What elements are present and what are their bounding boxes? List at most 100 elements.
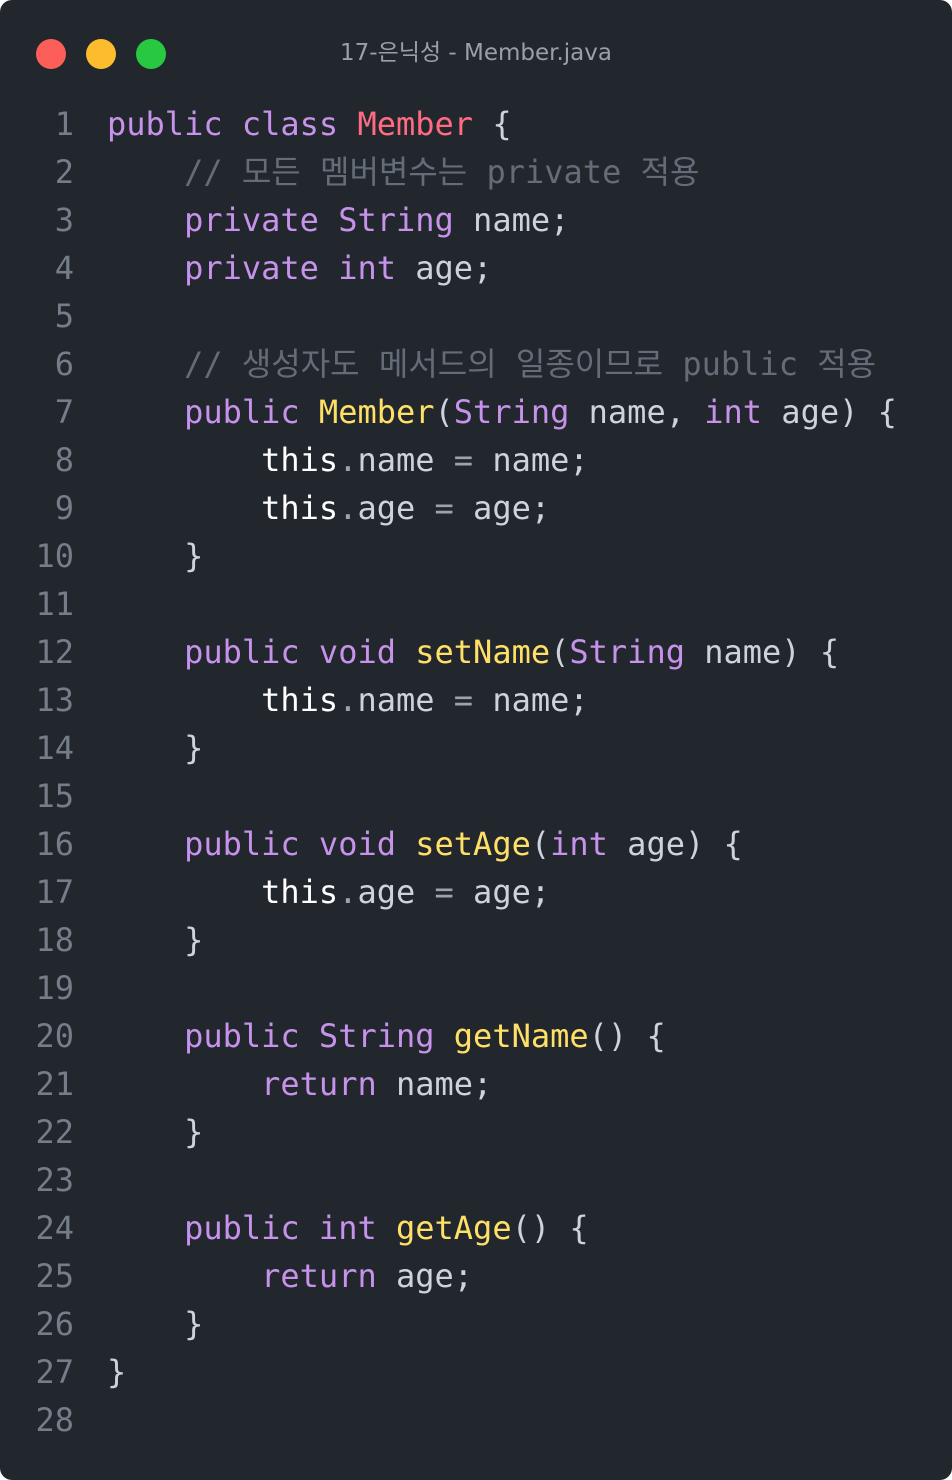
line-number: 22 <box>35 1113 74 1151</box>
code-token: ( <box>550 633 570 671</box>
code-token: this <box>261 681 339 719</box>
code-token: = <box>415 489 474 527</box>
code-token: } <box>107 1353 127 1391</box>
code-token: name <box>492 681 570 719</box>
code-token: ) { <box>839 393 897 431</box>
line-number: 7 <box>54 393 74 431</box>
window-title: 17-은닉성 - Member.java <box>340 40 612 66</box>
code-token: // 모든 멤버변수는 private 적용 <box>184 153 700 191</box>
code-token: public <box>184 825 300 863</box>
code-token: private <box>184 201 319 239</box>
code-token: // 생성자도 메서드의 일종이므로 public 적용 <box>184 345 877 383</box>
code-line: 14 } <box>0 724 952 772</box>
line-number: 19 <box>35 969 74 1007</box>
code-token: name <box>588 393 666 431</box>
code-token: name <box>704 633 782 671</box>
line-number: 8 <box>54 441 74 479</box>
code-line: 28 <box>0 1396 952 1444</box>
code-token: . <box>338 441 358 479</box>
code-text: } <box>107 532 203 580</box>
code-token: name <box>357 441 435 479</box>
code-token: name <box>395 1065 474 1103</box>
line-number: 16 <box>35 825 74 863</box>
code-text: public Member(String name, int age) { <box>107 388 897 436</box>
code-token: } <box>107 1305 204 1343</box>
code-token: , <box>665 393 705 431</box>
code-line: 19 <box>0 964 952 1012</box>
code-token: private <box>184 249 319 287</box>
code-token: int <box>318 1209 377 1247</box>
line-number: 11 <box>35 585 74 623</box>
code-token: age <box>473 489 531 527</box>
code-editor: 1 public class Member {2 // 모든 멤버변수는 priv… <box>0 100 952 1444</box>
code-token: name <box>357 681 435 719</box>
line-number: 2 <box>54 153 74 191</box>
code-token: Member <box>357 105 474 143</box>
code-token: ; <box>473 249 493 287</box>
code-token: String <box>453 393 570 431</box>
code-token: this <box>261 489 339 527</box>
line-number: 26 <box>35 1305 74 1343</box>
code-token: String <box>569 633 685 671</box>
code-token: public <box>184 633 300 671</box>
code-token: age <box>627 825 685 863</box>
code-token: age <box>781 393 840 431</box>
code-line: 7 public Member(String name, int age) { <box>0 388 952 436</box>
code-text: // 모든 멤버변수는 private 적용 <box>107 148 699 196</box>
code-text: return age; <box>107 1252 473 1300</box>
code-token: age <box>395 1257 454 1295</box>
code-token: public <box>184 1209 300 1247</box>
code-token: ; <box>453 1257 474 1295</box>
code-token: setName <box>415 633 551 671</box>
code-line: 8 this.name = name; <box>0 436 952 484</box>
code-line: 2 // 모든 멤버변수는 private 적용 <box>0 148 952 196</box>
code-line: 25 return age; <box>0 1252 952 1300</box>
code-token: ) { <box>684 825 743 863</box>
code-text: // 생성자도 메서드의 일종이므로 public 적용 <box>107 340 876 388</box>
code-line: 17 this.age = age; <box>0 868 952 916</box>
line-number: 10 <box>35 537 74 575</box>
line-number: 12 <box>35 633 74 671</box>
code-token: return <box>261 1257 377 1295</box>
code-token: this <box>261 441 339 479</box>
code-text: public void setAge(int age) { <box>107 820 743 868</box>
code-token: ) { <box>781 633 840 671</box>
code-token: age <box>357 489 416 527</box>
line-number: 5 <box>54 297 74 335</box>
code-token: age <box>357 873 416 911</box>
code-token: class <box>241 105 339 143</box>
code-token: int <box>704 393 763 431</box>
line-number: 23 <box>35 1161 74 1199</box>
code-token: int <box>338 249 396 287</box>
code-token: getAge <box>395 1209 512 1247</box>
code-text: public String getName() { <box>107 1012 666 1060</box>
code-line: 13 this.name = name; <box>0 676 952 724</box>
code-token: age <box>473 873 531 911</box>
code-token: . <box>338 681 358 719</box>
code-line: 3 private String name; <box>0 196 952 244</box>
code-line: 21 return name; <box>0 1060 952 1108</box>
line-number: 17 <box>35 873 74 911</box>
code-token: void <box>318 633 396 671</box>
code-line: 26 } <box>0 1300 952 1348</box>
code-token: ; <box>530 489 551 527</box>
code-token: setAge <box>415 825 531 863</box>
line-number: 9 <box>54 489 74 527</box>
code-token: } <box>107 1113 204 1151</box>
code-line: 5 <box>0 292 952 340</box>
code-line: 23 <box>0 1156 952 1204</box>
